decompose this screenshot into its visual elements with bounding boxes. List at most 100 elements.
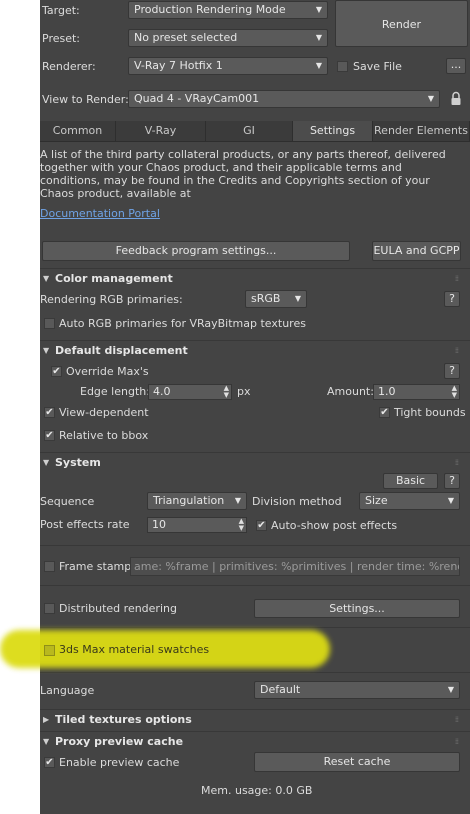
tiled-textures-title: Tiled textures options [55,713,192,726]
divider [40,627,470,628]
target-label: Target: [42,4,80,17]
chevron-down-icon: ▼ [427,94,434,103]
tight-bounds-label: Tight bounds [394,406,466,419]
rgb-primaries-dropdown[interactable]: sRGB ▼ [245,290,307,308]
tab-gi[interactable]: GI [206,121,293,141]
amount-value: 1.0 [378,385,396,398]
material-swatches-label: 3ds Max material swatches [59,643,210,656]
default-displacement-rollout-header[interactable]: ▼ Default displacement ⁞⁞ [40,342,470,359]
documentation-portal-link[interactable]: Documentation Portal [40,207,160,221]
tiled-textures-rollout-header[interactable]: ▶ Tiled textures options ⁞⁞ [40,711,470,728]
render-button[interactable]: Render [335,0,468,47]
basic-mode-button[interactable]: Basic [383,473,438,489]
chevron-down-icon: ▼ [447,685,454,694]
override-max-checkbox[interactable]: ✔ [51,366,62,377]
preset-value: No preset selected [134,31,238,44]
save-file-label: Save File [353,60,402,73]
amount-spinner[interactable]: 1.0 ▲ ▼ [373,384,460,400]
spinner-arrows-icon: ▲ ▼ [451,384,457,399]
post-effects-rate-value: 10 [152,518,166,531]
collapse-triangle-icon: ▼ [43,458,50,467]
memory-usage-text: Mem. usage: 0.0 GB [201,784,313,797]
chevron-down-icon: ▼ [447,496,454,505]
view-to-render-label: View to Render: [42,93,129,106]
tab-bar: Common V-Ray GI Settings Render Elements [40,121,470,142]
auto-show-post-effects-label: Auto-show post effects [271,519,398,532]
grip-icon: ⁞⁞ [454,346,459,355]
feedback-settings-button[interactable]: Feedback program settings... [42,241,350,261]
renderer-value: V-Ray 7 Hotfix 1 [134,59,223,72]
tight-bounds-checkbox[interactable]: ✔ [379,407,390,418]
preset-dropdown[interactable]: No preset selected ▼ [128,29,328,47]
distributed-rendering-checkbox[interactable] [44,603,55,614]
divider [40,340,470,341]
tab-vray[interactable]: V-Ray [116,121,206,141]
view-dependent-label: View-dependent [59,406,149,419]
lock-icon[interactable] [450,91,462,107]
sequence-dropdown[interactable]: Triangulation ▼ [147,492,247,510]
help-button[interactable]: ? [444,473,460,489]
grip-icon: ⁞⁞ [454,274,459,283]
chevron-down-icon: ▼ [315,33,322,42]
proxy-preview-cache-title: Proxy preview cache [55,735,184,748]
default-displacement-title: Default displacement [55,344,188,357]
divider [40,709,470,710]
division-method-dropdown[interactable]: Size ▼ [359,492,460,510]
edge-length-value: 4.0 [153,385,171,398]
save-file-checkbox[interactable] [337,61,348,72]
color-management-rollout-header[interactable]: ▼ Color management ⁞⁞ [40,270,470,287]
material-swatches-checkbox[interactable] [44,645,55,656]
auto-rgb-checkbox[interactable] [44,318,55,329]
rgb-primaries-label: Rendering RGB primaries: [40,293,183,306]
post-effects-rate-spinner[interactable]: 10 ▲ ▼ [147,517,247,533]
enable-preview-cache-label: Enable preview cache [59,756,180,769]
help-button[interactable]: ? [444,363,460,379]
proxy-preview-cache-rollout-header[interactable]: ▼ Proxy preview cache ⁞⁞ [40,733,470,750]
target-value: Production Rendering Mode [134,3,286,16]
system-title: System [55,456,101,469]
tab-common[interactable]: Common [40,121,116,141]
reset-cache-button[interactable]: Reset cache [254,752,460,772]
override-max-label: Override Max's [66,365,149,378]
spinner-arrows-icon: ▲ ▼ [223,384,229,399]
expand-triangle-icon: ▶ [43,715,50,724]
divider [40,731,470,732]
language-value: Default [260,683,301,696]
division-method-value: Size [365,494,388,507]
render-setup-panel: Target: Production Rendering Mode ▼ Pres… [40,0,470,814]
divider [40,585,470,586]
view-to-render-value: Quad 4 - VRayCam001 [134,92,260,105]
chevron-down-icon: ▼ [315,61,322,70]
frame-stamp-input[interactable]: ame: %frame | primitives: %primitives | … [130,557,460,576]
chevron-down-icon: ▼ [294,294,301,303]
language-label: Language [40,684,95,697]
relative-bbox-checkbox[interactable]: ✔ [44,430,55,441]
third-party-notice: A list of the third party collateral pro… [40,148,446,200]
view-dependent-checkbox[interactable]: ✔ [44,407,55,418]
system-rollout-header[interactable]: ▼ System ⁞⁞ [40,454,470,471]
frame-stamp-checkbox[interactable] [44,561,55,572]
chevron-down-icon: ▼ [315,5,322,14]
edge-length-spinner[interactable]: 4.0 ▲ ▼ [148,384,232,400]
help-button[interactable]: ? [444,291,460,307]
division-method-label: Division method [252,495,342,508]
tab-settings[interactable]: Settings [293,121,373,141]
sequence-label: Sequence [40,495,95,508]
language-dropdown[interactable]: Default ▼ [254,681,460,699]
color-management-title: Color management [55,272,173,285]
auto-show-post-effects-checkbox[interactable]: ✔ [256,520,267,531]
eula-gcpp-button[interactable]: EULA and GCPP [372,241,461,261]
divider [40,672,470,673]
renderer-dropdown[interactable]: V-Ray 7 Hotfix 1 ▼ [128,57,328,75]
relative-bbox-label: Relative to bbox [59,429,149,442]
view-to-render-dropdown[interactable]: Quad 4 - VRayCam001 ▼ [128,90,440,108]
collapse-triangle-icon: ▼ [43,274,50,283]
file-browse-button[interactable]: ... [446,58,466,74]
tab-render-elements[interactable]: Render Elements [373,121,470,141]
enable-preview-cache-checkbox[interactable]: ✔ [44,757,55,768]
target-dropdown[interactable]: Production Rendering Mode ▼ [128,1,328,19]
distributed-settings-button[interactable]: Settings... [254,599,460,618]
renderer-label: Renderer: [42,60,96,73]
amount-label: Amount: [327,385,374,398]
grip-icon: ⁞⁞ [454,458,459,467]
